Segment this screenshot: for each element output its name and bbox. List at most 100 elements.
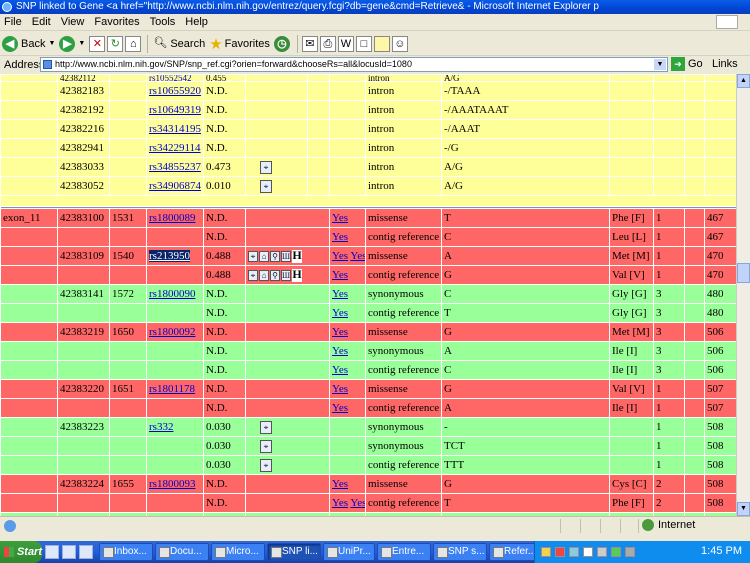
cell-rs[interactable]: rs332	[146, 417, 204, 437]
quicklaunch-ie-icon[interactable]	[45, 545, 59, 559]
rs-link[interactable]: rs1800093	[149, 478, 195, 490]
taskbar-button[interactable]: Entre...	[377, 543, 431, 561]
validation-link[interactable]: Yes	[332, 383, 348, 395]
back-button[interactable]: ◀ Back ▼	[2, 34, 55, 54]
rs-link[interactable]: rs1800090	[149, 288, 195, 300]
cell-valid[interactable]: Yes	[329, 227, 366, 247]
rs-link[interactable]: rs10552542	[149, 76, 192, 81]
taskbar-button[interactable]: SNP s...	[433, 543, 487, 561]
haplotype-icon[interactable]: ⌖	[260, 160, 272, 174]
rs-link[interactable]: rs1800092	[149, 326, 195, 338]
refresh-icon[interactable]: ↻	[107, 35, 124, 52]
cell-valid[interactable]: Yes Yes	[329, 493, 366, 513]
rs-link[interactable]: rs332	[149, 421, 173, 433]
rs-link[interactable]: rs1800089	[149, 212, 195, 224]
cell-valid[interactable]: Yes	[329, 322, 366, 342]
validation-link[interactable]: Yes	[332, 212, 348, 224]
cell-rs[interactable]: rs1800093	[146, 474, 204, 494]
hapmap-icon[interactable]: H	[292, 249, 302, 263]
rs-link[interactable]: rs34855237	[149, 161, 201, 173]
menu-edit[interactable]: Edit	[32, 16, 51, 28]
population-icon[interactable]: ⚲	[270, 269, 280, 281]
cell-rs[interactable]: rs34314195	[146, 119, 204, 139]
tray-icon[interactable]	[597, 547, 607, 557]
taskbar-button[interactable]: Micro...	[211, 543, 265, 561]
validation-link[interactable]: Yes	[332, 497, 348, 509]
haplotype-icon[interactable]: ⌖	[260, 439, 272, 453]
messenger-icon[interactable]: ☺	[391, 35, 408, 52]
structure-icon[interactable]: ⌂	[259, 250, 269, 262]
validation-link[interactable]: Yes	[350, 497, 364, 509]
tray-icon[interactable]	[611, 547, 621, 557]
population-icon[interactable]: ⚲	[270, 250, 280, 262]
taskbar-button[interactable]: Inbox...	[99, 543, 153, 561]
validation-link[interactable]: Yes	[332, 478, 348, 490]
cell-valid[interactable]: Yes	[329, 303, 366, 323]
menu-view[interactable]: View	[61, 16, 85, 28]
rs-link[interactable]: rs1801178	[149, 383, 195, 395]
forward-button[interactable]: ▶ ▼	[59, 34, 85, 54]
cell-valid[interactable]: Yes	[329, 379, 366, 399]
hapmap-icon[interactable]: H	[292, 268, 302, 282]
notes-icon[interactable]	[373, 35, 390, 52]
cell-rs[interactable]: rs1800092	[146, 322, 204, 342]
print-icon[interactable]: ⎙	[319, 35, 336, 52]
links-button[interactable]: Links	[712, 58, 738, 70]
tray-icon[interactable]	[569, 547, 579, 557]
edit-icon[interactable]: W	[337, 35, 354, 52]
rs-link[interactable]: rs10649319	[149, 104, 201, 116]
rs-link[interactable]: rs34906874	[149, 180, 201, 192]
haplotype-icon[interactable]: ⌖	[260, 458, 272, 472]
cell-valid[interactable]: Yes	[329, 474, 366, 494]
address-input[interactable]: http://www.ncbi.nlm.nih.gov/SNP/snp_ref.…	[40, 57, 668, 72]
scroll-down-icon[interactable]: ▼	[737, 502, 750, 516]
tray-icon[interactable]	[555, 547, 565, 557]
validation-link[interactable]: Yes	[332, 402, 348, 414]
history-icon[interactable]: ◷	[273, 35, 290, 52]
validation-link[interactable]: Yes	[332, 288, 348, 300]
go-button[interactable]: ➜ Go	[671, 57, 703, 71]
taskbar-button[interactable]: Docu...	[155, 543, 209, 561]
genotype-icon[interactable]: Ш	[281, 250, 291, 262]
cell-rs[interactable]: rs10649319	[146, 100, 204, 120]
menu-help[interactable]: Help	[185, 16, 208, 28]
validation-link[interactable]: Yes	[332, 345, 348, 357]
menu-favorites[interactable]: Favorites	[94, 16, 139, 28]
cell-rs[interactable]: rs1800090	[146, 284, 204, 304]
cell-rs[interactable]: rs34855237	[146, 157, 204, 177]
cell-rs[interactable]: rs213950	[146, 246, 204, 266]
haplotype-icon[interactable]: ⌖	[260, 420, 272, 434]
stop-icon[interactable]: ✕	[89, 35, 106, 52]
cell-valid[interactable]: Yes	[329, 398, 366, 418]
haplotype-icon[interactable]: ⌖	[248, 269, 258, 281]
quicklaunch-media-icon[interactable]	[79, 545, 93, 559]
tray-icon[interactable]	[625, 547, 635, 557]
cell-rs[interactable]: rs34906874	[146, 176, 204, 196]
mail-icon[interactable]: ✉	[301, 35, 318, 52]
genotype-icon[interactable]: Ш	[281, 269, 291, 281]
window-title-bar[interactable]: SNP linked to Gene <a href="http://www.n…	[0, 0, 750, 14]
validation-link[interactable]: Yes	[332, 307, 348, 319]
haplotype-icon[interactable]: ⌖	[260, 179, 272, 193]
cell-valid[interactable]: Yes Yes	[329, 246, 366, 266]
rs-link[interactable]: rs34314195	[149, 123, 201, 135]
validation-link[interactable]: Yes	[332, 250, 348, 262]
cell-rs[interactable]: rs10552542	[146, 74, 204, 82]
cell-valid[interactable]: Yes	[329, 341, 366, 361]
validation-link[interactable]: Yes	[350, 250, 364, 262]
cell-valid[interactable]: Yes	[329, 284, 366, 304]
rs-link[interactable]: rs10655920	[149, 85, 201, 97]
menu-file[interactable]: File	[4, 16, 22, 28]
menu-tools[interactable]: Tools	[150, 16, 176, 28]
discuss-icon[interactable]: □	[355, 35, 372, 52]
cell-rs[interactable]: rs10655920	[146, 81, 204, 101]
search-button[interactable]: 🔍︎ Search	[152, 34, 205, 54]
taskbar-button[interactable]: SNP li...	[267, 543, 321, 561]
cell-rs[interactable]: rs1801178	[146, 379, 204, 399]
cell-valid[interactable]: Yes	[329, 265, 366, 285]
quicklaunch-desktop-icon[interactable]	[62, 545, 76, 559]
vertical-scrollbar[interactable]: ▲ ▼	[736, 74, 750, 516]
scroll-up-icon[interactable]: ▲	[737, 74, 750, 88]
start-button[interactable]: Start	[0, 541, 42, 563]
validation-link[interactable]: Yes	[332, 231, 348, 243]
